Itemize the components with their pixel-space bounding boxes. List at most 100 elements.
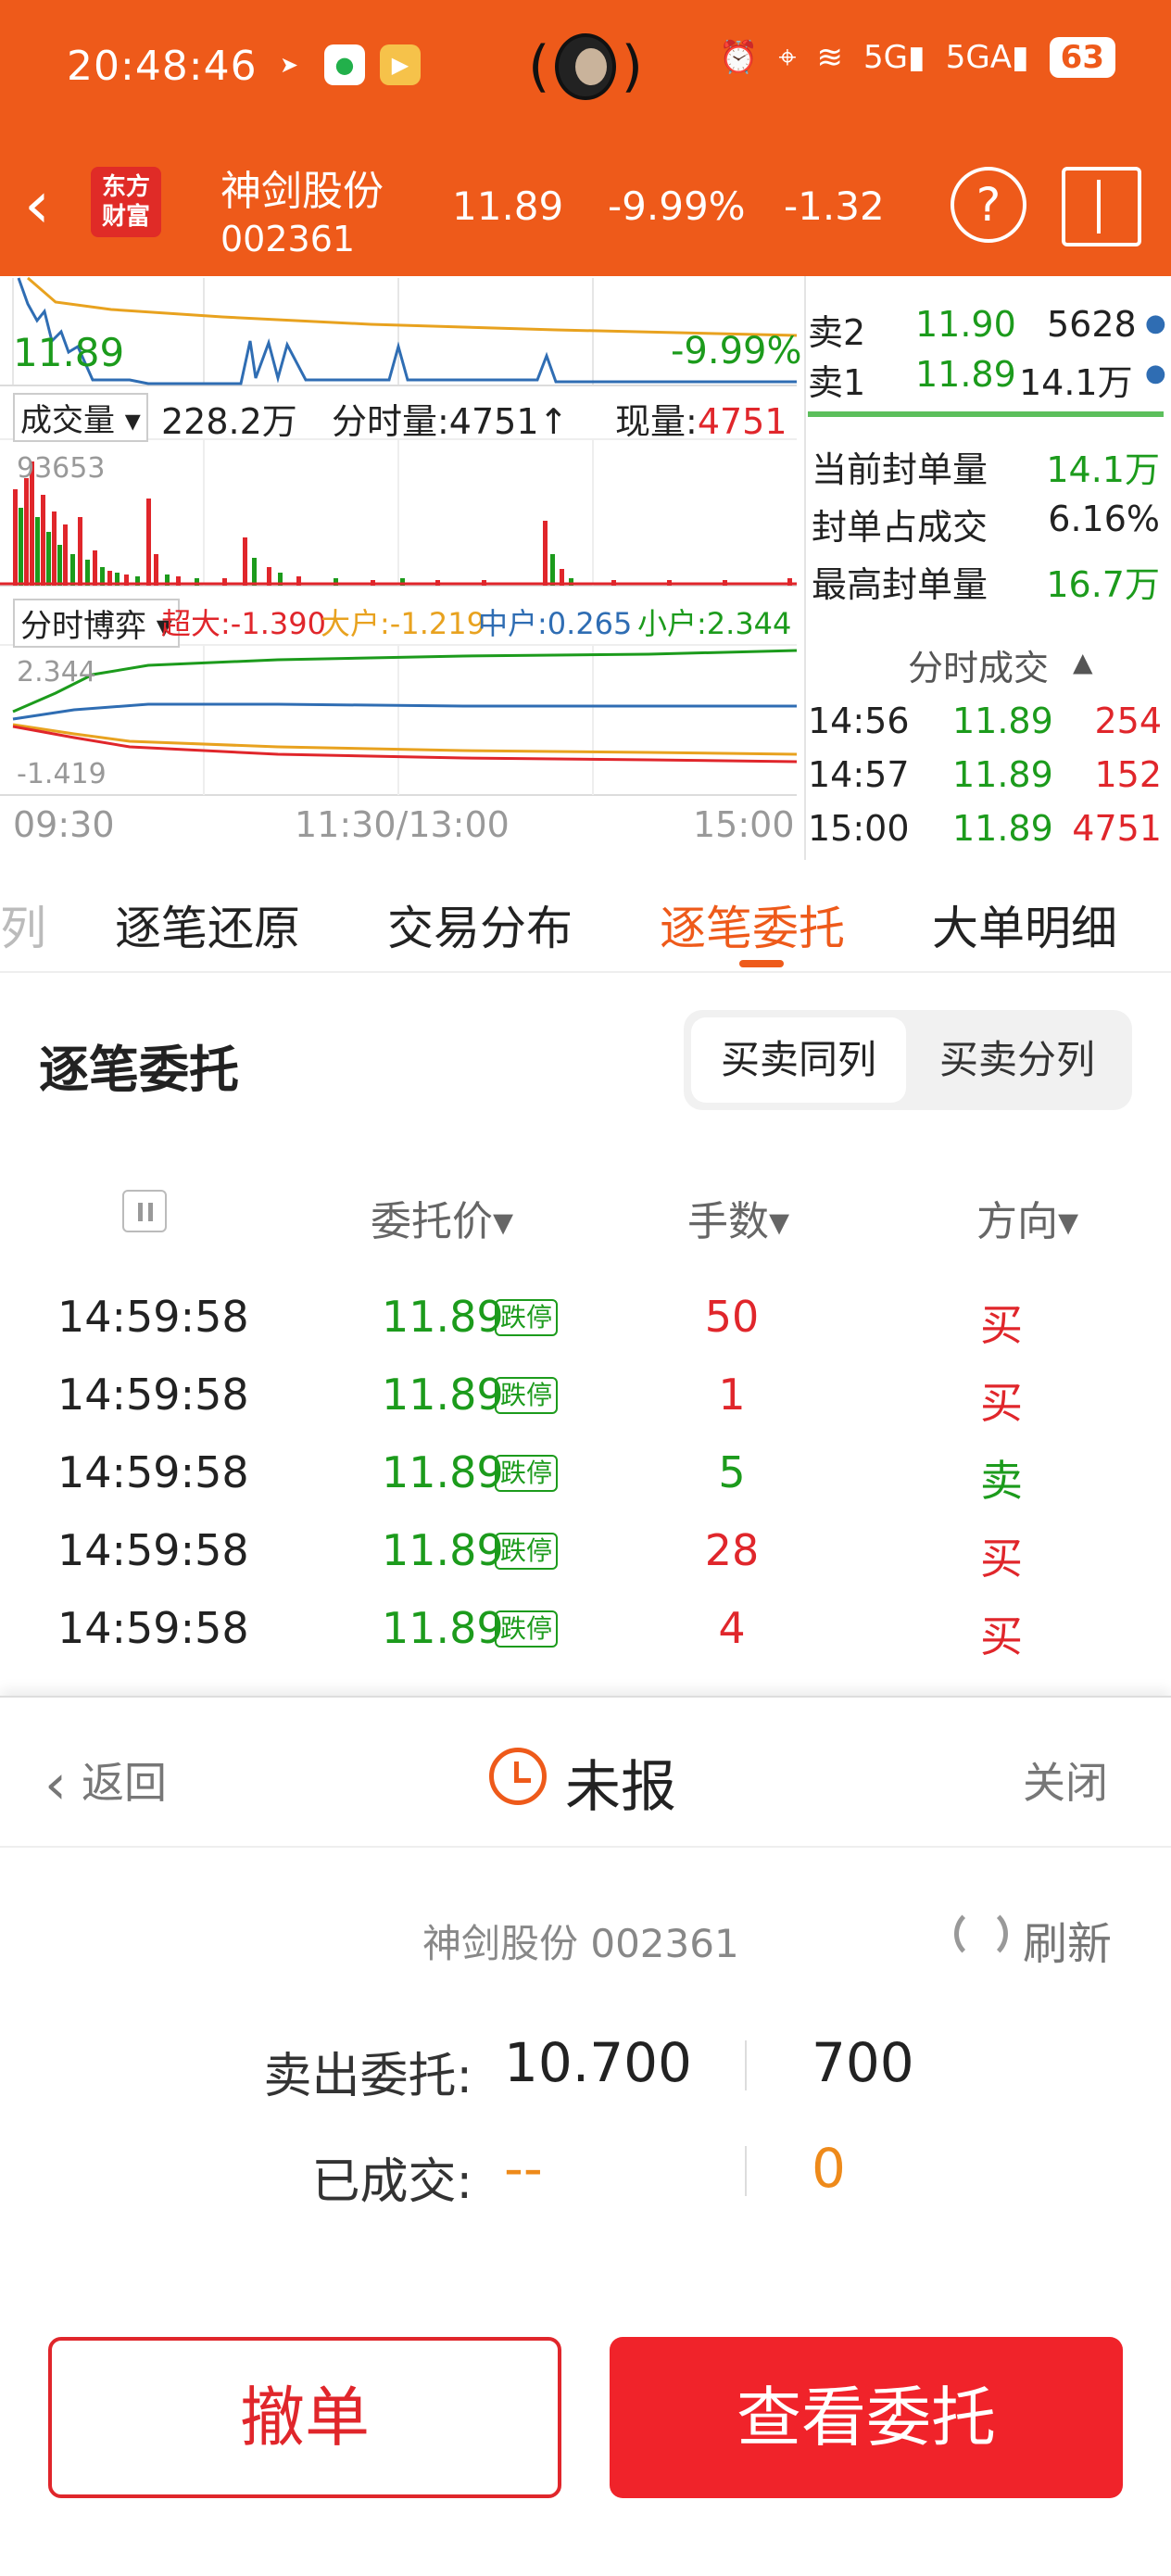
status-right-icons: ⏰ ⌖ ≋ 5G▮ 5GA▮ 63 [719, 37, 1115, 78]
sheet-back-button[interactable]: ‹ 返回 [44, 1749, 167, 1817]
col-header-price-label: 委托价 [371, 1198, 493, 1245]
panel-divider [804, 276, 806, 860]
cancel-order-button[interactable]: 撤单 [48, 2337, 561, 2498]
sell-order-label: 卖出委托: [263, 2049, 472, 2104]
order-time: 14:59:58 [57, 1603, 249, 1653]
tab-list[interactable]: 列 [0, 891, 46, 958]
order-direction: 买 [980, 1611, 1023, 1661]
stock-code: 002361 [220, 219, 356, 259]
switch-layout-icon[interactable] [1062, 167, 1141, 246]
battery-indicator: 63 [1049, 37, 1115, 78]
header-change: -1.32 [784, 183, 885, 229]
seal-stat-label: 当前封单量 [812, 449, 988, 490]
filled-label: 已成交: [311, 2154, 472, 2210]
super-large-investor-line [12, 725, 798, 764]
tab-trade-distribution[interactable]: 交易分布 [387, 891, 573, 958]
toggle-split-column[interactable]: 买卖分列 [910, 1017, 1125, 1103]
status-time: 20:48:46 [67, 43, 258, 90]
status-left-icons: ➤ ● ▶ [269, 44, 421, 85]
col-header-qty[interactable]: 手数▾ [687, 1188, 789, 1247]
order-time: 14:59:58 [57, 1370, 249, 1420]
volume-bar [24, 478, 29, 586]
tick-volume: 分时量:4751↑ [332, 393, 568, 444]
logo-line1: 东方 [101, 173, 150, 201]
game-selector-label: 分时博弈 [20, 608, 146, 645]
order-time: 14:59:58 [57, 1292, 249, 1342]
game-top-label: 2.344 [17, 656, 96, 688]
col-header-price[interactable]: 委托价▾ [371, 1188, 513, 1247]
large-flow: 大户:-1.219 [321, 606, 485, 641]
value-separator [745, 2040, 747, 2090]
order-qty: 50 [704, 1292, 760, 1342]
toggle-same-column[interactable]: 买卖同列 [691, 1017, 906, 1103]
order-time: 14:59:58 [57, 1525, 249, 1575]
intraday-chart-area: 11.89 -9.99% 成交量 ▾ 228.2万 分时量:4751↑ 现量:4… [0, 276, 1171, 860]
game-bottom-label: -1.419 [17, 758, 107, 790]
volume-total: 228.2万 [161, 401, 297, 442]
tab-large-orders[interactable]: 大单明细 [932, 891, 1117, 958]
active-tab-indicator [739, 960, 784, 967]
volume-selector-label: 成交量 [20, 402, 115, 439]
table-row: 14:59:58 11.89 跌停 4 买 [0, 1588, 1171, 1666]
signal-5g-icon: 5G▮ [863, 39, 925, 76]
col-header-qty-label: 手数 [687, 1198, 769, 1245]
order-price: 11.89 [382, 1603, 504, 1653]
small-investor-line [12, 649, 798, 713]
stock-header: ‹ 东方 财富 神剑股份 002361 11.89 -9.99% -1.32 ? [0, 139, 1171, 276]
refresh-icon[interactable] [954, 1907, 1008, 1961]
tab-tick-restore[interactable]: 逐笔还原 [115, 891, 300, 958]
time-axis-start: 09:30 [13, 804, 115, 845]
order-qty: 5 [718, 1447, 746, 1497]
sort-icon: ▾ [493, 1198, 514, 1245]
sort-icon: ▾ [769, 1198, 790, 1245]
dot-icon: ● [1145, 360, 1166, 387]
super-large-flow: 超大:-1.390 [161, 606, 326, 641]
order-time: 14:59:58 [57, 1447, 249, 1497]
sell2-label: 卖2 [808, 312, 866, 353]
order-price: 11.89 [382, 1370, 504, 1420]
pause-icon[interactable] [122, 1190, 167, 1232]
avatar: () [528, 33, 643, 100]
detail-tabs: 列 逐笔还原 交易分布 逐笔委托 大单明细 [0, 862, 1171, 973]
medium-flow: 中户:0.265 [478, 606, 633, 641]
time-sales-price: 11.89 [952, 701, 1053, 741]
game-selector[interactable]: 分时博弈 ▾ [13, 599, 180, 648]
telegram-icon: ➤ [279, 52, 299, 78]
help-icon[interactable]: ? [951, 167, 1026, 243]
col-header-direction[interactable]: 方向▾ [976, 1188, 1078, 1247]
refresh-button[interactable]: 刷新 [1023, 1907, 1112, 1972]
average-price-line [27, 276, 798, 337]
back-arrow-icon[interactable]: ‹ [24, 172, 50, 237]
sheet-back-label: 返回 [82, 1758, 167, 1808]
sheet-close-button[interactable]: 关闭 [1023, 1749, 1108, 1811]
table-row: 14:59:58 11.89 跌停 1 买 [0, 1355, 1171, 1433]
caret-up-icon: ▲ [1073, 647, 1093, 677]
location-icon: ⌖ [778, 39, 797, 76]
sheet-stock-label: 神剑股份 002361 [422, 1921, 739, 1966]
order-direction: 卖 [980, 1456, 1023, 1506]
medium-investor-line [12, 702, 797, 721]
table-row: 14:59:58 11.89 跌停 28 买 [0, 1510, 1171, 1588]
dropdown-icon: ▾ [115, 402, 141, 439]
sell1-price: 11.89 [915, 354, 1016, 395]
volume-bar [70, 554, 75, 586]
volume-selector[interactable]: 成交量 ▾ [13, 393, 148, 442]
limit-down-badge: 跌停 [495, 1377, 559, 1414]
view-orders-button[interactable]: 查看委托 [610, 2337, 1123, 2498]
time-sales-volume: 152 [1094, 754, 1162, 795]
table-row: 14:59:58 11.89 跌停 50 买 [0, 1277, 1171, 1355]
seal-stat-label: 最高封单量 [812, 564, 988, 605]
volume-bar [63, 524, 68, 586]
sheet-divider [0, 1846, 1171, 1848]
sell2-volume: 5628 [1047, 304, 1137, 345]
time-sales-volume: 254 [1094, 701, 1162, 741]
sort-icon: ▾ [1058, 1198, 1079, 1245]
status-bar: 20:48:46 ➤ ● ▶ () ⏰ ⌖ ≋ 5G▮ 5GA▮ 63 [0, 0, 1171, 139]
seal-stat-value: 16.7万 [1046, 564, 1160, 605]
time-sales-title: 分时成交 [908, 648, 1050, 688]
stock-name: 神剑股份 [220, 168, 384, 215]
tab-tick-orders[interactable]: 逐笔委托 [660, 891, 845, 958]
volume-bar [85, 560, 90, 586]
volume-bars [13, 461, 792, 586]
seal-stat-value: 14.1万 [1046, 449, 1160, 490]
